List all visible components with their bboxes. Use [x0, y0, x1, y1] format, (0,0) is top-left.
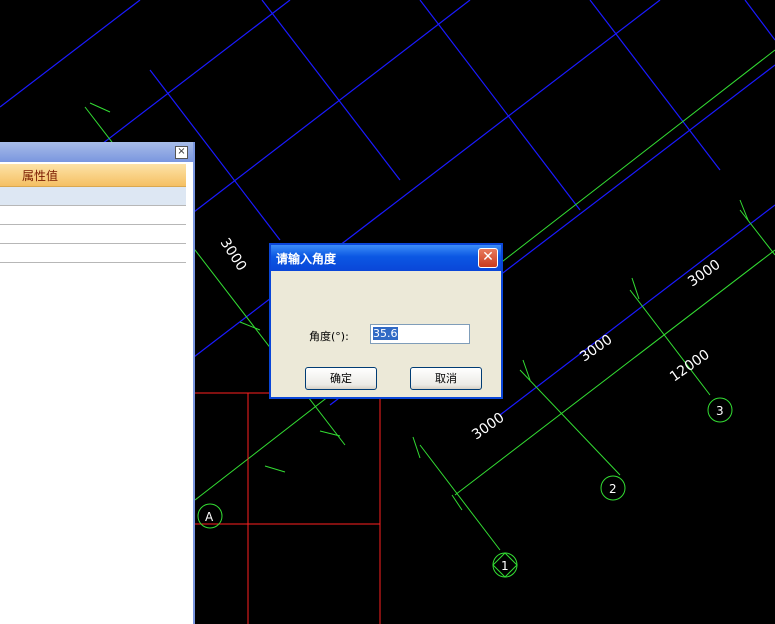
axis-label: A [205, 510, 214, 524]
dialog-title: 请输入角度 [276, 252, 337, 266]
dimension-text: 3000 [469, 410, 507, 444]
cancel-button[interactable]: 取消 [410, 367, 482, 390]
property-value-column-header: 属性值 [22, 169, 59, 183]
property-row[interactable] [0, 206, 186, 225]
axis-label: 2 [609, 482, 617, 496]
axis-label: 3 [716, 404, 724, 418]
dimension-text: 3000 [685, 257, 723, 291]
angle-input-dialog: 请输入角度 ✕ 角度(°): 35.6 确定 取消 [269, 243, 503, 399]
properties-panel: × 属性值 [0, 142, 195, 624]
ok-button[interactable]: 确定 [305, 367, 377, 390]
axis-label: 1 [501, 559, 509, 573]
close-button[interactable]: ✕ [478, 248, 498, 268]
properties-header: 属性值 [0, 164, 186, 187]
dimension-text: 3000 [217, 235, 250, 274]
dimension-text: 12000 [667, 347, 713, 386]
angle-label: 角度(°): [309, 330, 349, 343]
dialog-titlebar[interactable]: 请输入角度 ✕ [271, 245, 501, 271]
angle-input-value: 35.6 [373, 327, 398, 340]
close-icon[interactable]: × [175, 146, 188, 159]
wall-lines [193, 392, 381, 624]
dimension-text: 3000 [577, 332, 615, 366]
property-row[interactable] [0, 187, 186, 206]
angle-input[interactable]: 35.6 [370, 324, 470, 344]
property-row[interactable] [0, 244, 186, 263]
property-row[interactable] [0, 225, 186, 244]
properties-titlebar[interactable]: × [0, 142, 193, 162]
